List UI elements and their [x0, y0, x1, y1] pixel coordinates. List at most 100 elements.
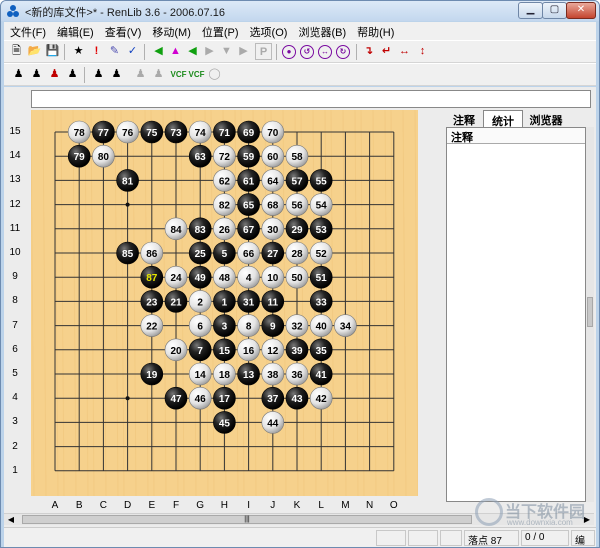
move-number: 76 — [122, 128, 134, 139]
move-number: 38 — [267, 370, 279, 381]
mark-icon[interactable]: ★ — [70, 43, 87, 60]
move-number: 74 — [195, 128, 207, 139]
menu-bar: 文件(F) 编辑(E) 查看(V) 移动(M) 位置(P) 选项(O) 浏览器(… — [4, 22, 596, 40]
move-number: 68 — [267, 201, 279, 212]
column-label: I — [247, 500, 250, 511]
edit-pen-icon[interactable]: ✎ — [106, 43, 123, 60]
save-icon[interactable]: 💾 — [44, 43, 61, 60]
status-mode: 编 — [571, 530, 595, 547]
horizontal-arrows-icon[interactable]: ↔ — [396, 43, 413, 60]
p-button[interactable]: P — [255, 43, 272, 60]
menu-position[interactable]: 位置(P) — [196, 22, 244, 40]
scroll-left-icon[interactable]: ◀ — [4, 514, 18, 525]
move-number: 6 — [197, 322, 203, 333]
menu-options[interactable]: 选项(O) — [244, 22, 293, 40]
turn-left-icon[interactable]: ↵ — [378, 43, 395, 60]
search-black-icon[interactable]: ♟ — [108, 66, 125, 83]
search-disabled-icon[interactable]: ♟ — [132, 66, 149, 83]
column-label: F — [172, 500, 180, 511]
row-label: 11 — [9, 222, 21, 234]
move-number: 73 — [170, 128, 182, 139]
close-button[interactable]: ✕ — [566, 2, 596, 19]
move-number: 10 — [267, 273, 279, 284]
move-number: 27 — [267, 249, 279, 260]
rotate-left-icon[interactable]: ↺ — [300, 45, 314, 59]
comment-panel[interactable]: 注释 — [446, 127, 586, 502]
column-label: G — [196, 500, 205, 511]
search-vcf-icon[interactable]: ♟ — [10, 66, 27, 83]
column-label: A — [51, 500, 59, 511]
move-number: 35 — [316, 346, 328, 357]
horizontal-scroll-thumb[interactable]: ||| — [22, 515, 472, 524]
board-area: 15 14 13 12 11 10 9 8 7 6 5 4 3 2 1 1 2 3 4 5 6 7 8 9 10 11 12 13 1… — [4, 110, 444, 511]
wood-grain — [31, 110, 35, 496]
flip-icon[interactable]: ↔ — [318, 45, 332, 59]
wood-grain — [402, 110, 407, 496]
search-four-icon[interactable]: ♟ — [46, 66, 63, 83]
menu-file[interactable]: 文件(F) — [4, 22, 51, 40]
move-number: 39 — [291, 346, 303, 357]
move-number: 30 — [267, 225, 279, 236]
down-arrow-icon[interactable]: ▼ — [218, 43, 235, 60]
vcf-button-2[interactable]: VCF — [188, 66, 205, 83]
wood-grain — [84, 110, 89, 496]
comment-input[interactable] — [31, 90, 591, 108]
move-number: 55 — [316, 176, 328, 187]
menu-edit[interactable]: 编辑(E) — [51, 22, 99, 40]
wood-grain — [132, 110, 137, 496]
move-number: 4 — [246, 273, 252, 284]
wood-grain — [414, 110, 418, 496]
column-label: J — [270, 500, 276, 511]
toolbar-separator — [144, 44, 145, 60]
search-white-icon[interactable]: ♟ — [90, 66, 107, 83]
vertical-arrows-icon[interactable]: ↕ — [414, 43, 431, 60]
last-move-icon[interactable]: ▶ — [235, 43, 252, 60]
open-folder-icon[interactable]: 📂 — [26, 43, 43, 60]
move-number: 13 — [243, 370, 255, 381]
power-icon[interactable]: ● — [282, 45, 296, 59]
move-number: 64 — [267, 176, 279, 187]
first-move-icon[interactable]: ◀ — [150, 43, 167, 60]
column-label: K — [293, 500, 301, 511]
search-vct-icon[interactable]: ♟ — [28, 66, 45, 83]
menu-move[interactable]: 移动(M) — [146, 22, 196, 40]
checkmark-icon[interactable]: ✓ — [124, 43, 141, 60]
new-file-icon[interactable]: 🗎 — [8, 43, 25, 60]
menu-browser[interactable]: 浏览器(B) — [292, 22, 351, 40]
next-move-icon[interactable]: ▶ — [201, 43, 218, 60]
column-label: O — [389, 500, 398, 511]
menu-view[interactable]: 查看(V) — [99, 22, 147, 40]
previous-move-icon[interactable]: ◀ — [184, 43, 201, 60]
board-grid[interactable]: 12345678 9101112131415 1617181920212223242… — [31, 110, 418, 496]
search-three-icon[interactable]: ♟ — [64, 66, 81, 83]
move-number: 7 — [197, 346, 203, 357]
search-disabled-icon[interactable]: ♟ — [150, 66, 167, 83]
minimize-button[interactable]: ▁ — [518, 2, 543, 19]
wood-grain — [120, 110, 125, 496]
column-label: D — [123, 500, 132, 511]
move-number: 54 — [316, 201, 328, 212]
gomoku-board[interactable]: 1 2 3 4 5 6 7 8 9 10 11 12 13 14 15 16 17 18 19 20 21 22 23 24 2… — [31, 110, 418, 496]
up-arrow-icon[interactable]: ▲ — [167, 43, 184, 60]
stop-search-icon[interactable]: ◯ — [206, 66, 223, 83]
maximize-button[interactable]: ▢ — [542, 2, 567, 19]
turn-right-icon[interactable]: ↴ — [360, 43, 377, 60]
exclamation-icon[interactable]: ! — [88, 43, 105, 60]
tab-statistics[interactable]: 统计 — [483, 110, 523, 128]
move-number: 82 — [219, 201, 231, 212]
move-number: 44 — [267, 418, 279, 429]
title-bar[interactable]: <新的库文件>* - RenLib 3.6 - 2006.07.16 ▁ ▢ ✕ — [1, 1, 599, 21]
right-panel: 注释 统计 浏览器 注释 — [444, 110, 594, 502]
move-number: 31 — [243, 297, 255, 308]
tab-browser[interactable]: 浏览器 — [526, 110, 566, 127]
panel-scroll-thumb[interactable] — [587, 297, 593, 327]
move-number: 26 — [219, 225, 231, 236]
wood-grain — [72, 110, 77, 496]
move-number: 65 — [243, 201, 255, 212]
tab-comment[interactable]: 注释 — [447, 110, 481, 127]
panel-vertical-scrollbar[interactable] — [586, 127, 594, 502]
move-number: 80 — [98, 152, 110, 163]
vcf-button[interactable]: VCF — [170, 66, 187, 83]
menu-help[interactable]: 帮助(H) — [351, 22, 399, 40]
rotate-right-icon[interactable]: ↻ — [336, 45, 350, 59]
